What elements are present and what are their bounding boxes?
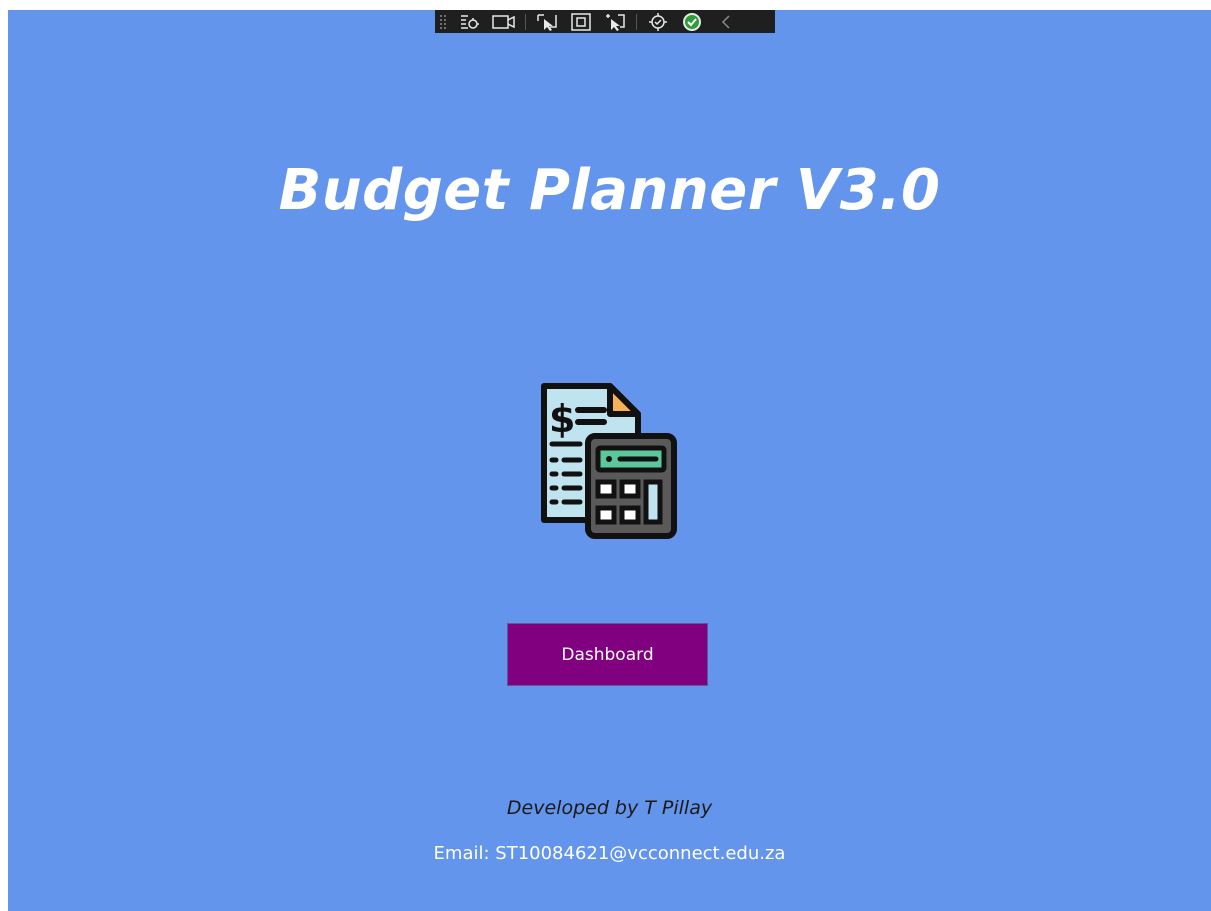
dashboard-button[interactable]: Dashboard [507, 623, 708, 686]
layout-adorners-icon[interactable] [568, 12, 594, 32]
pointer-select-icon[interactable] [534, 12, 560, 32]
collapse-chevron-icon[interactable] [713, 12, 739, 32]
video-icon[interactable] [491, 12, 517, 32]
toolbar-separator [636, 13, 637, 30]
toolbar-separator [525, 13, 526, 30]
select-element-icon[interactable] [457, 12, 483, 32]
app-title: Budget Planner V3.0 [278, 158, 941, 223]
check-ok-icon[interactable] [679, 12, 705, 32]
budget-calculator-icon: $ [534, 380, 680, 540]
track-focus-icon[interactable] [602, 12, 628, 32]
developer-credit: Developed by T Pillay [506, 797, 713, 819]
dev-toolbar [435, 10, 775, 33]
svg-text:$: $ [549, 397, 575, 441]
app-window: Budget Planner V3.0 $ Dashboard Develope… [8, 10, 1211, 911]
toolbar-grip[interactable] [439, 13, 447, 30]
contact-email: Email: ST10084621@vcconnect.edu.za [433, 843, 786, 864]
settings-icon[interactable] [645, 12, 671, 32]
